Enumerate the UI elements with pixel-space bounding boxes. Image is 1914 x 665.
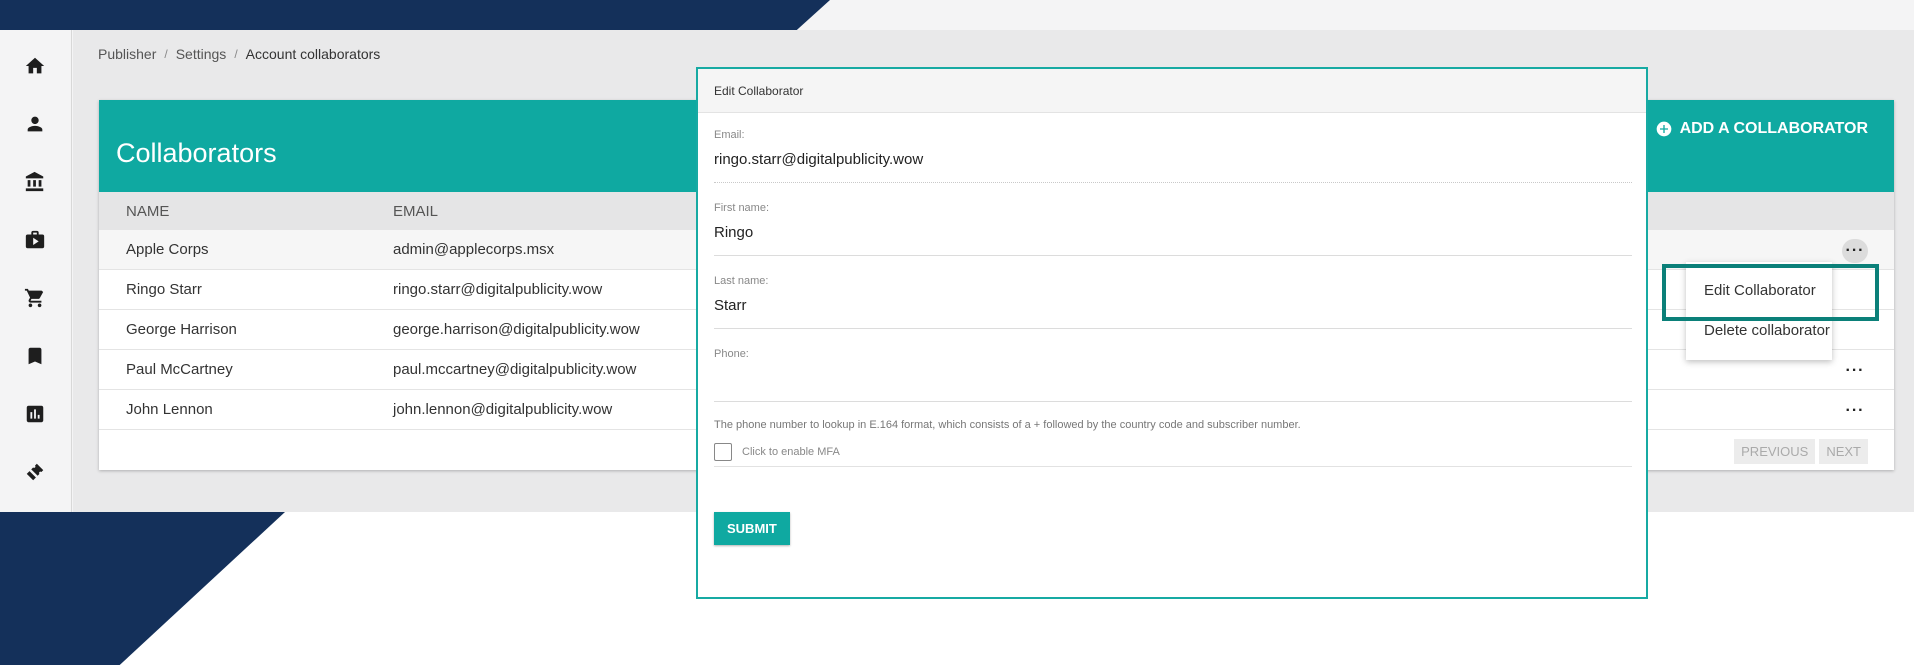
bank-icon[interactable] bbox=[23, 170, 47, 194]
row-name: John Lennon bbox=[126, 401, 213, 418]
top-navy-banner bbox=[0, 0, 830, 30]
pagination: PREVIOUS NEXT bbox=[1734, 439, 1868, 464]
row-email: john.lennon@digitalpublicity.wow bbox=[393, 401, 613, 418]
phone-hint: The phone number to lookup in E.164 form… bbox=[714, 419, 1301, 431]
breadcrumb: Publisher / Settings / Account collabora… bbox=[98, 46, 380, 62]
email-label: Email: bbox=[714, 129, 745, 141]
dialog-title: Edit Collaborator bbox=[698, 69, 1646, 113]
last-name-value: Starr bbox=[714, 297, 747, 314]
row-email: paul.mccartney@digitalpublicity.wow bbox=[393, 361, 637, 378]
next-button[interactable]: NEXT bbox=[1819, 439, 1868, 464]
add-collaborator-label: ADD A COLLABORATOR bbox=[1679, 120, 1868, 137]
phone-label: Phone: bbox=[714, 348, 749, 360]
breadcrumb-publisher[interactable]: Publisher bbox=[98, 46, 156, 62]
row-name: Apple Corps bbox=[126, 241, 209, 258]
row-menu-button[interactable]: ··· bbox=[1842, 239, 1868, 263]
last-name-label: Last name: bbox=[714, 275, 769, 287]
first-name-field[interactable]: First name: Ringo bbox=[714, 202, 1632, 256]
previous-button[interactable]: PREVIOUS bbox=[1734, 439, 1816, 464]
row-menu-button[interactable]: ··· bbox=[1842, 399, 1868, 423]
mfa-row: Click to enable MFA bbox=[714, 443, 1632, 467]
bookmark-icon[interactable] bbox=[23, 344, 47, 368]
person-icon[interactable] bbox=[23, 112, 47, 136]
row-name: Paul McCartney bbox=[126, 361, 233, 378]
home-icon[interactable] bbox=[23, 54, 47, 78]
breadcrumb-separator: / bbox=[164, 47, 168, 61]
row-name: Ringo Starr bbox=[126, 281, 202, 298]
row-menu-button[interactable]: ··· bbox=[1842, 359, 1868, 383]
mfa-checkbox[interactable] bbox=[714, 443, 732, 461]
row-name: George Harrison bbox=[126, 321, 237, 338]
mfa-label: Click to enable MFA bbox=[742, 446, 840, 458]
row-email: george.harrison@digitalpublicity.wow bbox=[393, 321, 640, 338]
first-name-value: Ringo bbox=[714, 224, 754, 241]
column-header-email: EMAIL bbox=[393, 202, 439, 220]
menu-item-highlight bbox=[1662, 264, 1879, 321]
ticket-icon[interactable] bbox=[23, 460, 47, 484]
sidebar bbox=[0, 30, 72, 512]
last-name-field[interactable]: Last name: Starr bbox=[714, 275, 1632, 329]
phone-field[interactable]: Phone: bbox=[714, 348, 1632, 402]
edit-collaborator-dialog: Edit Collaborator Email: ringo.starr@dig… bbox=[696, 67, 1648, 599]
breadcrumb-separator: / bbox=[234, 47, 238, 61]
first-name-label: First name: bbox=[714, 202, 770, 214]
row-email: ringo.starr@digitalpublicity.wow bbox=[393, 281, 603, 298]
column-header-name: NAME bbox=[126, 202, 170, 220]
plus-circle-icon bbox=[1656, 121, 1671, 137]
email-field[interactable]: Email: ringo.starr@digitalpublicity.wow bbox=[714, 129, 1632, 183]
chart-icon[interactable] bbox=[23, 402, 47, 426]
breadcrumb-settings[interactable]: Settings bbox=[176, 46, 227, 62]
phone-value bbox=[714, 370, 1632, 390]
row-email: admin@applecorps.msx bbox=[393, 241, 555, 258]
breadcrumb-current: Account collaborators bbox=[245, 46, 381, 62]
page-title: Collaborators bbox=[116, 138, 277, 168]
email-value: ringo.starr@digitalpublicity.wow bbox=[714, 151, 924, 168]
submit-button[interactable]: SUBMIT bbox=[714, 512, 790, 545]
add-collaborator-button[interactable]: ADD A COLLABORATOR bbox=[1656, 120, 1868, 138]
briefcase-play-icon[interactable] bbox=[23, 228, 47, 252]
cart-icon[interactable] bbox=[23, 286, 47, 310]
